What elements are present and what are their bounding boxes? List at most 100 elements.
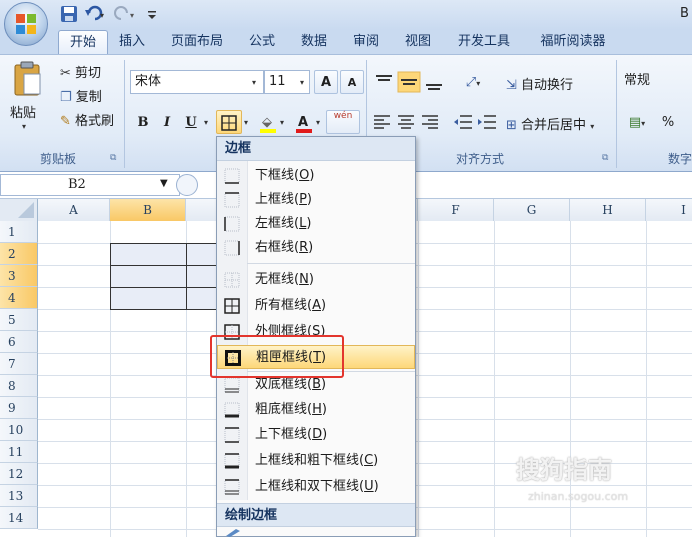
font-color-arrow-icon[interactable]: ▾	[316, 118, 320, 127]
menu-section-borders: 边框	[217, 137, 415, 161]
row-header[interactable]: 11	[0, 441, 38, 463]
redo-icon[interactable]: ▾	[114, 5, 138, 23]
row-header[interactable]: 8	[0, 375, 38, 397]
accounting-format-button[interactable]: ▤▾	[620, 110, 654, 134]
paste-arrow-icon[interactable]: ▾	[22, 122, 26, 131]
font-name-arrow-icon[interactable]: ▾	[252, 78, 256, 87]
tab-insert[interactable]: 插入	[112, 30, 152, 54]
menu-item-right-border[interactable]: 右框线(R)	[217, 236, 415, 260]
row-header[interactable]: 4	[0, 287, 38, 309]
bottom-border-icon	[224, 168, 240, 184]
selected-cell[interactable]	[110, 287, 187, 310]
watermark-logo: 搜狗指南	[516, 456, 612, 484]
row-header[interactable]: 13	[0, 485, 38, 507]
tab-formulas[interactable]: 公式	[242, 30, 282, 54]
selected-cell[interactable]	[110, 265, 187, 288]
row-header[interactable]: 14	[0, 507, 38, 529]
borders-arrow-icon[interactable]: ▾	[244, 118, 248, 127]
row-header[interactable]: 7	[0, 353, 38, 375]
all-borders-icon	[224, 298, 240, 314]
orientation-button[interactable]: ⤢▾	[458, 70, 488, 94]
window-title: B	[680, 6, 689, 21]
tab-page-layout[interactable]: 页面布局	[164, 30, 230, 54]
tab-foxit-reader[interactable]: 福昕阅读器	[530, 30, 616, 54]
font-color-button[interactable]: A	[292, 110, 314, 134]
fill-color-button[interactable]: ⬙	[256, 110, 278, 134]
vertical-align-buttons[interactable]	[372, 70, 456, 94]
tab-review[interactable]: 审阅	[346, 30, 386, 54]
menu-item-top-thick-bottom-border[interactable]: 上框线和粗下框线(C)	[217, 449, 415, 473]
all-borders-icon	[221, 115, 237, 131]
save-icon[interactable]	[60, 5, 78, 23]
copy-label: 复制	[75, 90, 102, 105]
row-header[interactable]: 10	[0, 419, 38, 441]
copy-button[interactable]: ❐ 复制	[60, 86, 102, 105]
italic-button[interactable]: I	[156, 110, 178, 134]
row-header[interactable]: 3	[0, 265, 38, 287]
shrink-font-button[interactable]: A	[340, 70, 364, 94]
tab-developer[interactable]: 开发工具	[450, 30, 518, 54]
row-header[interactable]: 12	[0, 463, 38, 485]
row-header[interactable]: 6	[0, 331, 38, 353]
underline-arrow-icon[interactable]: ▾	[204, 118, 208, 127]
row-header[interactable]: 2	[0, 243, 38, 265]
paste-button[interactable]: 粘贴	[10, 102, 36, 121]
borders-button[interactable]	[216, 110, 242, 134]
cut-button[interactable]: ✂ 剪切	[60, 62, 101, 81]
wrap-text-button[interactable]: ⇲ 自动换行	[506, 74, 573, 93]
indent-buttons[interactable]	[452, 110, 498, 134]
tab-data[interactable]: 数据	[294, 30, 334, 54]
menu-item-label: 左框线(L)	[255, 216, 312, 231]
clipboard-launcher-icon[interactable]: ⧉	[110, 153, 120, 163]
menu-item-bottom-border[interactable]: 下框线(O)	[217, 164, 415, 188]
menu-item-no-border[interactable]: 无框线(N)	[217, 268, 415, 292]
thick-bottom-border-icon	[224, 402, 240, 418]
column-header[interactable]: B	[110, 199, 186, 221]
format-painter-button[interactable]: ✎ 格式刷	[60, 110, 114, 129]
menu-item-top-border[interactable]: 上框线(P)	[217, 188, 415, 212]
menu-item-all-borders[interactable]: 所有框线(A)	[217, 294, 415, 318]
row-header[interactable]: 9	[0, 397, 38, 419]
office-button[interactable]	[4, 2, 48, 46]
selected-cell[interactable]	[110, 243, 187, 266]
menu-item-top-bottom-border[interactable]: 上下框线(D)	[217, 423, 415, 447]
group-separator	[616, 60, 617, 168]
tab-home[interactable]: 开始	[58, 30, 108, 54]
merge-center-button[interactable]: ⊞ 合并后居中 ▾	[506, 114, 594, 133]
column-header[interactable]: A	[38, 199, 110, 221]
percent-button[interactable]: %	[658, 110, 678, 134]
formula-cancel-icon[interactable]	[176, 174, 198, 196]
menu-item-top-double-bottom-border[interactable]: 上框线和双下框线(U)	[217, 475, 415, 499]
font-name-combo[interactable]: 宋体	[130, 70, 264, 94]
alignment-launcher-icon[interactable]: ⧉	[602, 153, 612, 163]
undo-icon[interactable]: ▾	[84, 5, 106, 23]
font-size-arrow-icon[interactable]: ▾	[300, 78, 304, 87]
tab-view[interactable]: 视图	[398, 30, 438, 54]
row-header[interactable]: 1	[0, 221, 38, 243]
name-box[interactable]	[0, 174, 180, 196]
merge-center-label: 合并后居中	[521, 118, 587, 133]
column-header[interactable]: I	[646, 199, 692, 221]
customize-qat-icon[interactable]	[146, 5, 158, 23]
number-format-combo[interactable]: 常规	[620, 70, 692, 94]
column-header[interactable]: H	[570, 199, 646, 221]
row-header[interactable]: 5	[0, 309, 38, 331]
column-header[interactable]: G	[494, 199, 570, 221]
bold-button[interactable]: B	[132, 110, 154, 134]
underline-button[interactable]: U	[180, 110, 202, 134]
fill-color-arrow-icon[interactable]: ▾	[280, 118, 284, 127]
grow-font-button[interactable]: A	[314, 70, 338, 94]
menu-item-label: 上下框线(D)	[255, 427, 328, 442]
phonetic-button[interactable]: wén	[326, 110, 360, 134]
horizontal-align-buttons[interactable]	[372, 110, 444, 134]
bottom-align-icon	[426, 84, 442, 90]
menu-item-thick-bottom-border[interactable]: 粗底框线(H)	[217, 398, 415, 422]
top-double-bottom-border-icon	[224, 479, 240, 495]
pencil-icon[interactable]	[224, 528, 244, 537]
paste-icon[interactable]	[12, 60, 44, 98]
column-header[interactable]: F	[418, 199, 494, 221]
font-color-swatch	[296, 129, 312, 133]
phonetic-label: wén	[333, 111, 353, 121]
name-box-arrow-icon[interactable]: ▼	[160, 178, 168, 189]
menu-item-left-border[interactable]: 左框线(L)	[217, 212, 415, 236]
